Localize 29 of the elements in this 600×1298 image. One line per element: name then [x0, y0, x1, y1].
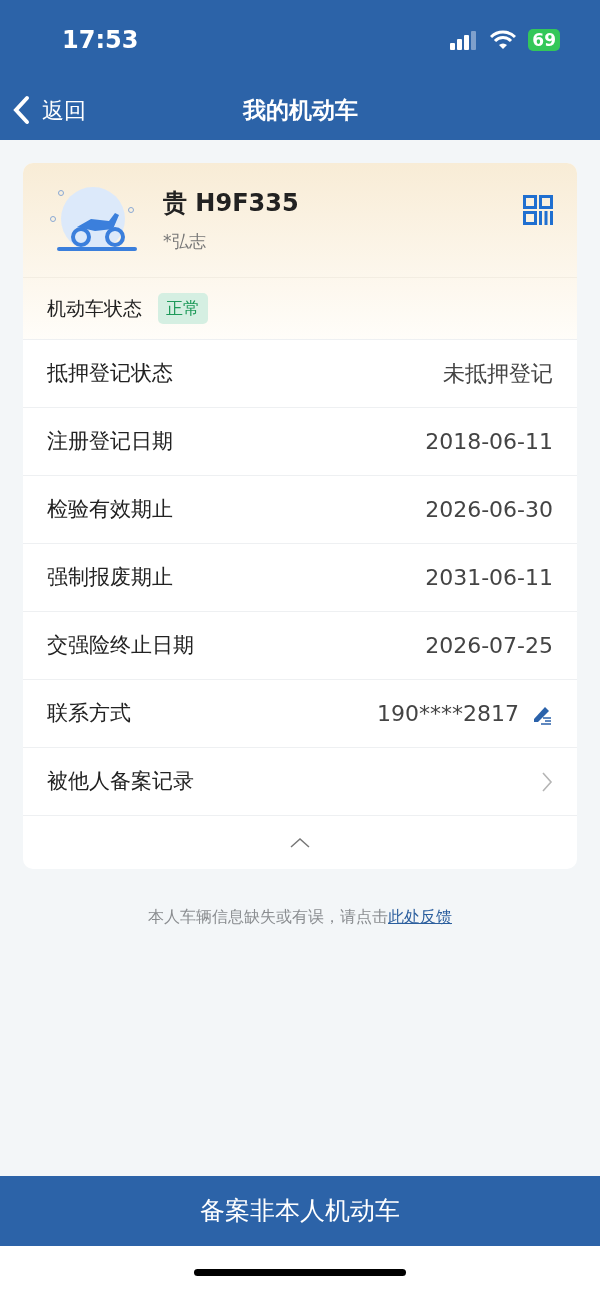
feedback-note: 本人车辆信息缺失或有误，请点击此处反馈 — [147, 906, 453, 928]
back-button[interactable]: 返回 — [12, 93, 86, 127]
row-label: 抵押登记状态 — [47, 359, 173, 387]
status-label: 机动车状态 — [47, 296, 142, 322]
status-time: 17:53 — [62, 25, 139, 56]
collapse-icon[interactable] — [289, 836, 311, 849]
plate-number: 贵 H9F335 — [163, 188, 300, 220]
page-title: 我的机动车 — [242, 95, 358, 125]
row-value: 2031-06-11 — [425, 564, 553, 592]
qr-code-icon[interactable] — [523, 195, 553, 225]
signal-icon — [450, 30, 479, 50]
row-value: 2026-07-25 — [425, 632, 553, 660]
row-value: 未抵押登记 — [443, 360, 553, 388]
owner-name: *弘志 — [163, 230, 207, 254]
battery-indicator: 69 — [528, 29, 560, 51]
row-label: 交强险终止日期 — [47, 631, 194, 659]
row-label: 注册登记日期 — [47, 427, 173, 455]
row-value: 190****2817 — [377, 700, 519, 728]
row-label: 被他人备案记录 — [47, 767, 194, 795]
feedback-link[interactable]: 此处反馈 — [388, 907, 452, 926]
register-vehicle-button[interactable]: 备案非本人机动车 — [0, 1176, 600, 1246]
row-value: 2026-06-30 — [425, 496, 553, 524]
row-label: 联系方式 — [47, 699, 131, 727]
wifi-icon — [490, 30, 517, 50]
status-badge: 正常 — [158, 292, 208, 325]
row-label: 强制报废期止 — [47, 563, 173, 591]
back-icon — [12, 95, 30, 125]
row-label: 检验有效期止 — [47, 495, 173, 523]
row-value: 2018-06-11 — [425, 428, 553, 456]
